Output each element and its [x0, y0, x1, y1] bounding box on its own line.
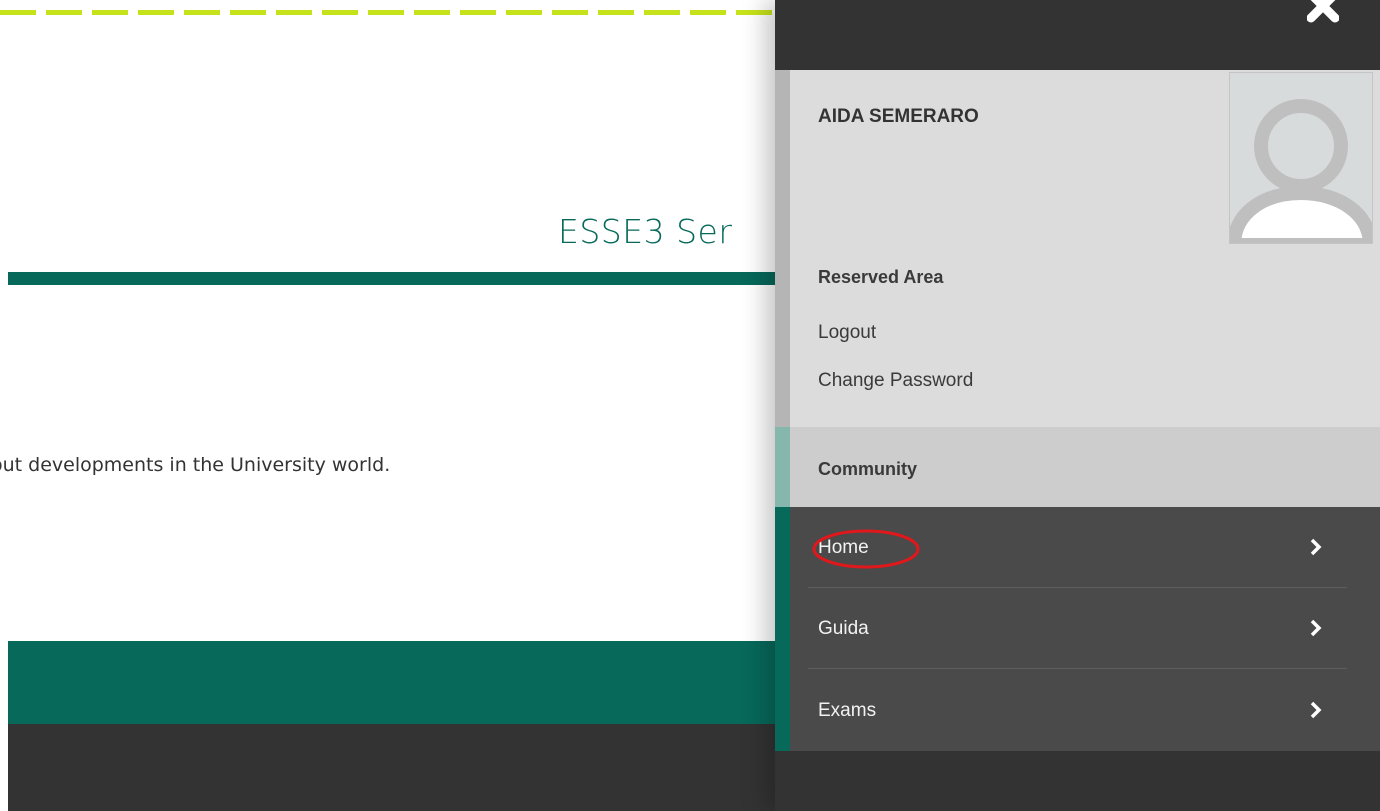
page-intro-text: out developments in the University world… — [0, 448, 788, 482]
close-icon — [1307, 0, 1339, 23]
chevron-right-icon — [1310, 619, 1322, 637]
menu-item-exams[interactable]: Exams — [790, 670, 1380, 751]
community-heading: Community — [818, 459, 917, 479]
menu-item-home[interactable]: Home — [790, 507, 1380, 588]
user-avatar — [1229, 72, 1373, 244]
community-section-header[interactable]: Community — [775, 427, 1380, 507]
chevron-right-icon — [1310, 701, 1322, 719]
user-name: AIDA SEMERARO — [818, 106, 979, 127]
user-panel: AIDA SEMERARO Reserved Area Logout Chang… — [775, 70, 1380, 427]
menu-item-guida-label: Guida — [818, 618, 869, 639]
drawer-header — [775, 0, 1380, 70]
top-accent-stripe — [0, 10, 775, 15]
menu-list-strip — [775, 507, 790, 751]
reserved-area-heading: Reserved Area — [818, 267, 944, 287]
side-menu-drawer: AIDA SEMERARO Reserved Area Logout Chang… — [775, 0, 1380, 811]
page-title-text: ESSE3 Ser — [558, 212, 733, 251]
close-menu-button[interactable] — [1301, 0, 1345, 38]
chevron-right-icon — [1310, 538, 1322, 556]
user-avatar-icon — [1230, 99, 1372, 243]
logout-link[interactable]: Logout — [818, 322, 876, 344]
change-password-link[interactable]: Change Password — [818, 370, 973, 392]
green-banner — [8, 641, 788, 724]
community-strip — [775, 427, 790, 507]
title-underline-bar — [8, 272, 788, 285]
page-intro-text-content: out developments in the University world… — [0, 454, 391, 476]
menu-item-guida[interactable]: Guida — [790, 588, 1380, 669]
page-title: ESSE3 Ser — [0, 206, 788, 262]
menu-item-home-label: Home — [818, 537, 869, 558]
user-panel-strip — [775, 70, 790, 427]
page-footer — [8, 724, 788, 811]
community-menu-list: Home Guida Exams — [775, 507, 1380, 751]
menu-divider — [808, 668, 1347, 669]
menu-item-exams-label: Exams — [818, 700, 877, 721]
